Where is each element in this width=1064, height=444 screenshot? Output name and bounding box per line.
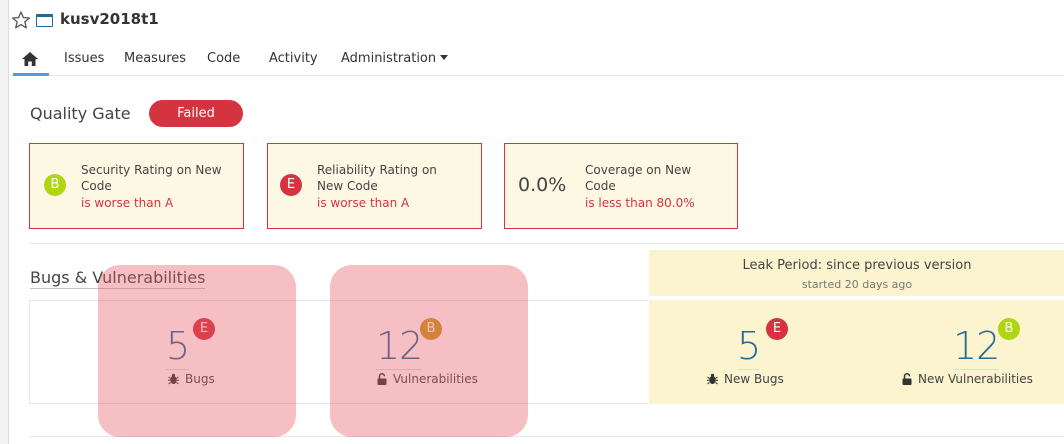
condition-label-line1: Security Rating on New	[81, 163, 222, 177]
nav-code[interactable]: Code	[207, 51, 240, 66]
highlight-overlay-vulnerabilities	[330, 265, 528, 437]
project-dashboard: kusv2018t1 Issues Measures Code Activity…	[8, 0, 1064, 444]
new-vulnerabilities-label-text: New Vulnerabilities	[918, 372, 1033, 386]
condition-label-line2: Code	[81, 179, 112, 193]
leak-period-label: Leak Period: since previous version	[742, 258, 972, 273]
condition-label: Security Rating on New Code	[81, 162, 222, 194]
bug-icon	[707, 373, 718, 385]
quality-gate-condition[interactable]: 0.0% Coverage on New Code is less than 80…	[504, 143, 738, 229]
condition-label-line1: Coverage on New	[585, 163, 692, 177]
condition-label: Coverage on New Code	[585, 162, 691, 194]
nav-home[interactable]	[13, 47, 49, 76]
home-icon	[22, 52, 38, 66]
star-icon[interactable]	[11, 10, 31, 30]
nav-activity[interactable]: Activity	[269, 51, 318, 66]
leak-period-header: Leak Period: since previous version star…	[649, 250, 1064, 296]
nav-issues[interactable]: Issues	[64, 51, 104, 66]
folder-icon	[36, 14, 53, 27]
condition-label: Reliability Rating on New Code	[317, 162, 437, 194]
project-nav: Issues Measures Code Activity Administra…	[9, 44, 1064, 76]
nav-administration[interactable]: Administration	[341, 51, 449, 66]
leak-period-started: started 20 days ago	[801, 278, 913, 291]
condition-error: is worse than A	[317, 196, 410, 210]
quality-gate-status-badge: Failed	[149, 100, 243, 127]
new-vulnerabilities-label: New Vulnerabilities	[902, 372, 1033, 386]
rating-badge: E	[280, 174, 302, 196]
new-bugs-rating-badge[interactable]: E	[766, 318, 788, 340]
section-divider	[29, 243, 1064, 244]
nav-measures[interactable]: Measures	[124, 51, 186, 66]
leak-measures-panel	[649, 300, 1064, 404]
nav-administration-label: Administration	[341, 51, 437, 66]
new-vulnerabilities-value[interactable]: 12	[953, 327, 1000, 370]
quality-gate-title: Quality Gate	[30, 104, 131, 123]
condition-error: is less than 80.0%	[585, 196, 695, 210]
new-bugs-label-text: New Bugs	[724, 372, 784, 386]
quality-gate-condition[interactable]: E Reliability Rating on New Code is worse…	[267, 143, 482, 229]
new-bugs-value[interactable]: 5	[737, 327, 761, 370]
lock-icon	[902, 373, 912, 385]
condition-label-line2: New Code	[317, 179, 378, 193]
project-name[interactable]: kusv2018t1	[60, 10, 159, 28]
highlight-overlay-bugs	[98, 265, 296, 437]
caret-down-icon	[440, 55, 449, 60]
quality-gate-condition[interactable]: B Security Rating on New Code is worse th…	[29, 143, 244, 229]
rating-badge: B	[44, 174, 66, 196]
condition-label-line2: Code	[585, 179, 616, 193]
new-vulnerabilities-rating-badge[interactable]: B	[998, 318, 1020, 340]
condition-error: is worse than A	[81, 196, 174, 210]
new-bugs-label: New Bugs	[707, 372, 784, 386]
coverage-value: 0.0%	[518, 174, 567, 196]
condition-label-line1: Reliability Rating on	[317, 163, 437, 177]
